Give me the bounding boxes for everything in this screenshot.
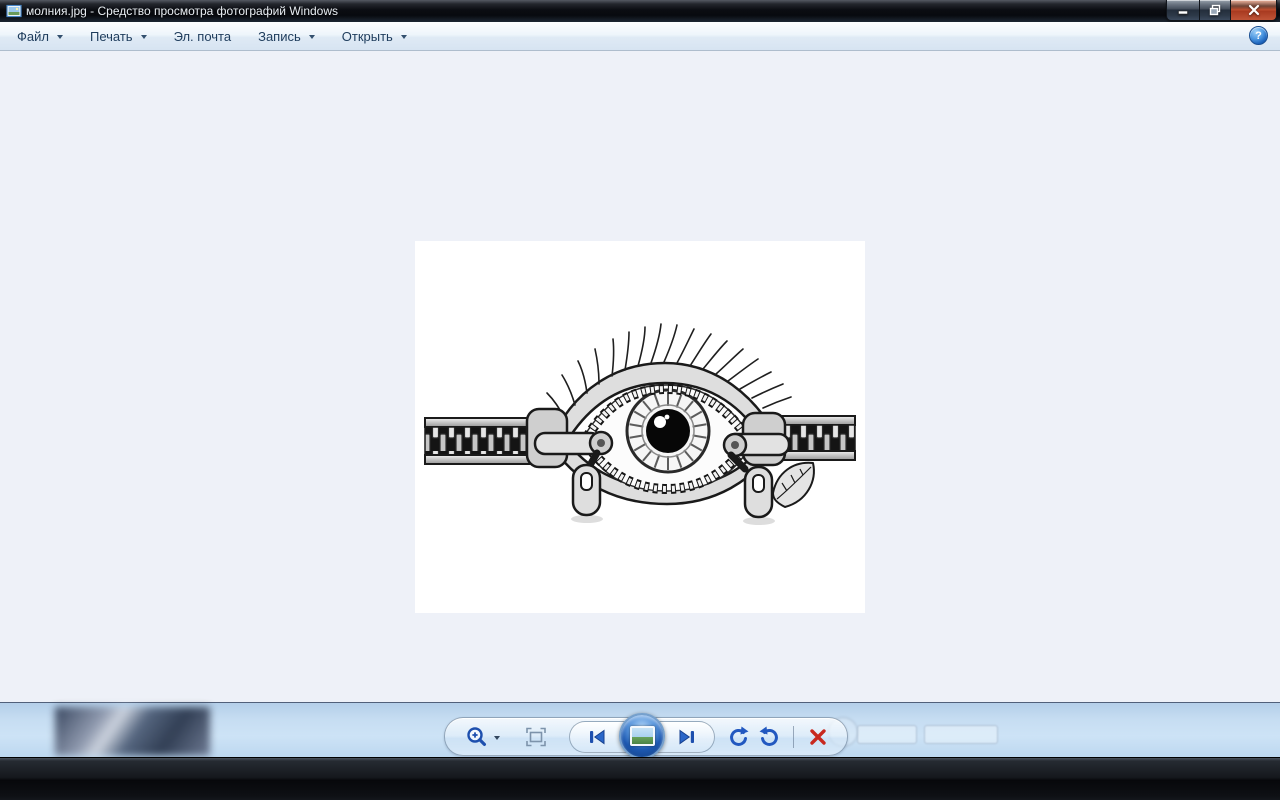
menu-item-email-label: Эл. почта: [173, 28, 232, 44]
restore-button[interactable]: [1200, 0, 1231, 20]
menu-item-file[interactable]: Файл: [8, 26, 72, 47]
blurred-background-button: [857, 725, 917, 744]
viewer-toolbar: [444, 713, 848, 759]
window-title: молния.jpg - Средство просмотра фотограф…: [26, 4, 339, 18]
menu-item-burn[interactable]: Запись: [249, 26, 324, 47]
zipper-band-right: [780, 415, 856, 461]
rotate-clockwise-button[interactable]: [753, 723, 787, 750]
next-button[interactable]: [666, 724, 708, 750]
menu-item-email[interactable]: Эл. почта: [165, 26, 241, 47]
actual-size-button[interactable]: [519, 724, 553, 749]
close-button[interactable]: [1231, 0, 1276, 20]
iris: [625, 388, 711, 474]
menu-item-print-label: Печать: [89, 28, 133, 44]
caption-buttons: [1166, 0, 1277, 21]
restore-icon: [1209, 4, 1221, 16]
next-icon: [679, 729, 694, 745]
slideshow-button[interactable]: [619, 713, 665, 759]
magnifier-plus-icon: [466, 726, 486, 746]
chevron-down-icon: [140, 35, 147, 39]
zipper-band-left: [424, 417, 540, 465]
app-window-icon: [6, 4, 22, 18]
chevron-down-icon: [56, 35, 63, 39]
help-icon: ?: [1255, 29, 1262, 42]
chevron-down-icon: [493, 735, 500, 740]
blurred-background-button: [924, 725, 998, 744]
minimize-button[interactable]: [1167, 0, 1200, 20]
menu-item-open[interactable]: Открыть: [333, 26, 416, 47]
zipper-eye-drawing: [424, 323, 856, 525]
menu-item-file-label: Файл: [17, 28, 49, 44]
desktop-screen: молния.jpg - Средство просмотра фотограф…: [0, 0, 1280, 800]
toolbar-divider: [793, 726, 794, 748]
rotate-counterclockwise-icon: [730, 726, 749, 746]
chevron-down-icon: [308, 35, 315, 39]
menu-item-print[interactable]: Печать: [81, 26, 156, 47]
delete-button[interactable]: [801, 723, 835, 750]
zoom-button[interactable]: [459, 723, 505, 750]
previous-button[interactable]: [576, 724, 618, 750]
chevron-down-icon: [400, 35, 407, 39]
help-button[interactable]: ?: [1249, 26, 1268, 45]
fit-frame-icon: [526, 727, 546, 746]
menu-item-open-label: Открыть: [341, 28, 393, 44]
slideshow-icon: [629, 726, 655, 746]
minimize-icon: [1178, 10, 1188, 15]
menu-bar: Файл Печать Эл. почта Запись Открыть ?: [0, 22, 1280, 51]
close-icon: [1248, 4, 1259, 16]
viewer-bottom-glass: [0, 702, 1280, 759]
rotate-counterclockwise-button[interactable]: [721, 723, 755, 750]
menu-item-burn-label: Запись: [258, 28, 301, 44]
title-bar: молния.jpg - Средство просмотра фотограф…: [0, 0, 1280, 23]
previous-icon: [590, 729, 605, 745]
blurred-background-window: [55, 707, 210, 756]
displayed-image: [415, 241, 865, 613]
delete-x-icon: [810, 728, 826, 745]
taskbar: e: [0, 757, 1280, 800]
rotate-clockwise-icon: [759, 726, 778, 746]
viewer-content-area: [0, 51, 1280, 702]
